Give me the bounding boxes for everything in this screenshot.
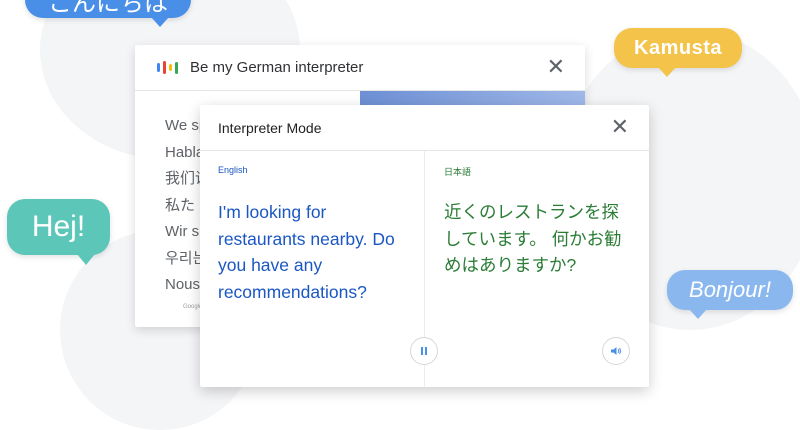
source-language-label: English — [218, 165, 248, 175]
close-icon[interactable]: ✕ — [611, 116, 629, 138]
source-text: I'm looking for restaurants nearby. Do y… — [218, 202, 395, 302]
bubble-text: Kamusta — [634, 36, 722, 59]
translated-text: 近くのレストランを探しています。 何かお勧めはありますか? — [444, 202, 622, 275]
card-title: Be my German interpreter — [190, 59, 364, 76]
bubble-text: Bonjour! — [689, 277, 771, 302]
speech-bubble-bonjour: Bonjour! — [667, 270, 793, 319]
speaker-icon[interactable] — [602, 337, 630, 365]
close-icon[interactable]: ✕ — [547, 56, 565, 78]
card-header: Interpreter Mode — [200, 105, 649, 151]
card-title: Interpreter Mode — [218, 119, 322, 136]
speech-bubble-konnichiwa: こんにちは — [25, 0, 191, 27]
bubble-text: Hej! — [31, 210, 86, 243]
card-header: Be my German interpreter — [135, 45, 585, 91]
interpreter-mode-card: Interpreter Mode ✕ English I'm looking f… — [200, 105, 649, 387]
speech-bubble-kamusta: Kamusta — [614, 28, 742, 77]
speech-bubble-hej: Hej! — [7, 199, 110, 265]
source-language-pane: English I'm looking for restaurants near… — [200, 151, 438, 387]
target-language-pane: 日本語 近くのレストランを探しています。 何かお勧めはありますか? — [425, 151, 649, 387]
assistant-mic-icon — [157, 61, 178, 74]
target-language-label: 日本語 — [444, 167, 472, 177]
bubble-text: こんにちは — [48, 0, 168, 17]
